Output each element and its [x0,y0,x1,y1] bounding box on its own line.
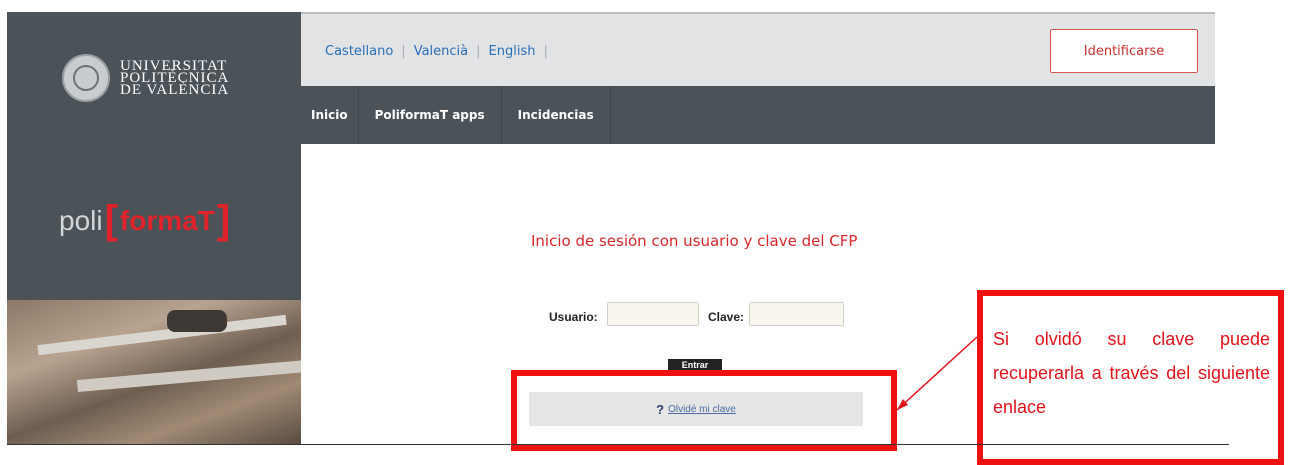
arrow-icon [896,336,978,411]
divider [7,444,1229,445]
